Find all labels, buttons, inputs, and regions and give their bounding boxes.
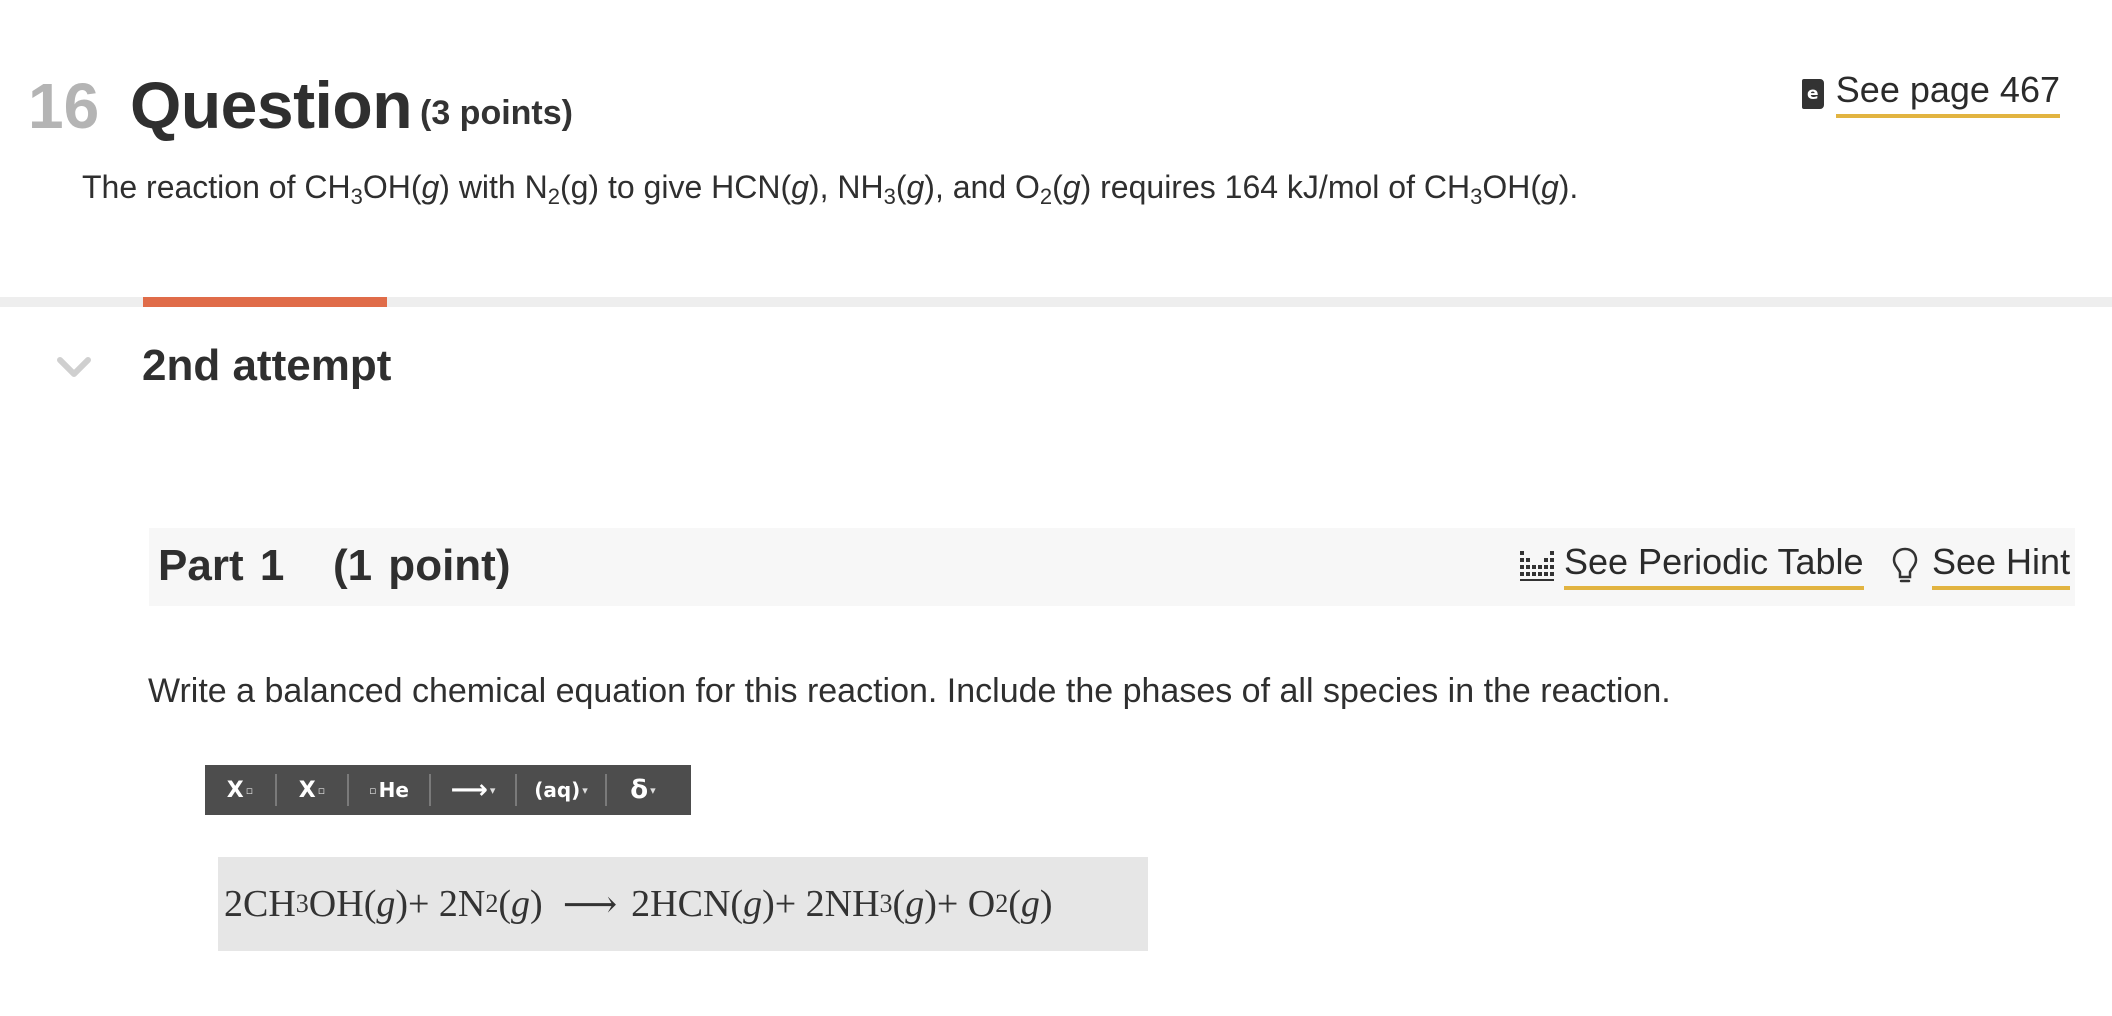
- element-indicator-icon: ▫: [369, 783, 377, 797]
- superscript-button[interactable]: X ▫: [205, 773, 275, 807]
- see-page-label[interactable]: See page 467: [1835, 70, 2060, 118]
- arrow-button[interactable]: ⟶ ▾: [431, 773, 515, 807]
- question-number: 16: [28, 70, 100, 142]
- attempt-label[interactable]: 2nd attempt: [142, 340, 391, 392]
- delta-button[interactable]: δ ▾: [607, 773, 679, 807]
- question-prompt: The reaction of CH3OH(g) with N2(g) to g…: [82, 169, 1579, 209]
- element-button[interactable]: ▫ He: [349, 773, 429, 807]
- equation-answer-input[interactable]: 2CH 3 OH(g) + 2N 2(g) ⟶ 2HCN(g) + 2NH 3(g) + O…: [218, 857, 1148, 951]
- see-hint-label[interactable]: See Hint: [1932, 542, 2071, 590]
- question-title: Question: [130, 68, 413, 142]
- superscript-indicator-icon: ▫: [245, 783, 254, 797]
- equation-toolbar: X ▫ X ▫ ▫ He ⟶ ▾ (aq) ▾ δ ▾: [205, 765, 691, 815]
- question-points: (3 points): [420, 94, 573, 132]
- subscript-indicator-icon: ▫: [317, 783, 326, 797]
- part-instruction: Write a balanced chemical equation for t…: [148, 672, 1671, 710]
- see-periodic-table-link[interactable]: See Periodic Table: [1518, 542, 1864, 590]
- ebook-icon: e: [1801, 79, 1824, 109]
- reaction-arrow: ⟶: [562, 883, 618, 926]
- see-periodic-table-label[interactable]: See Periodic Table: [1564, 542, 1864, 590]
- dropdown-caret-icon: ▾: [489, 783, 496, 797]
- see-page-link[interactable]: e See page 467: [1801, 70, 2060, 118]
- chevron-down-icon[interactable]: [56, 352, 92, 382]
- lightbulb-icon: [1892, 547, 1918, 583]
- periodic-table-icon: [1520, 551, 1554, 581]
- dropdown-caret-icon: ▾: [650, 783, 656, 797]
- attempt-progress-fill: [143, 297, 387, 307]
- subscript-button[interactable]: X ▫: [277, 773, 347, 807]
- aq-phase-button[interactable]: (aq) ▾: [517, 773, 605, 807]
- see-hint-link[interactable]: See Hint: [1892, 542, 2071, 590]
- dropdown-caret-icon: ▾: [582, 783, 588, 797]
- part-title: Part 1 (1 point): [158, 541, 511, 590]
